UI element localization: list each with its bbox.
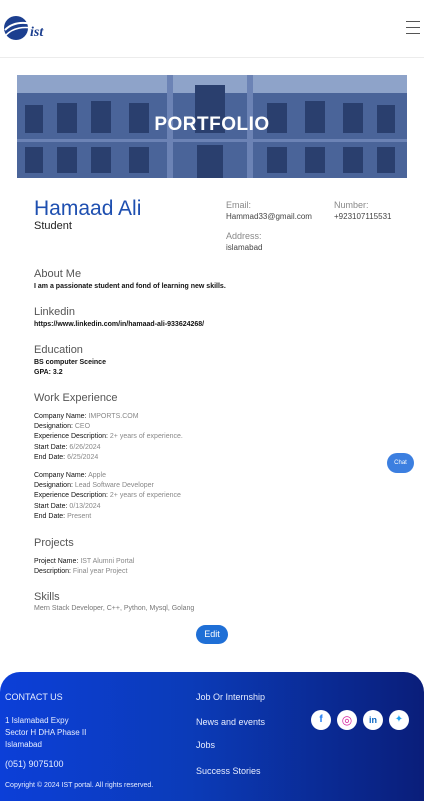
twitter-icon[interactable]: ✦ <box>389 710 409 730</box>
work-designation-line: Designation: Lead Software Developer <box>34 482 154 489</box>
about-title: About Me <box>34 268 82 280</box>
work-description: 2+ years of experience <box>109 492 181 499</box>
chat-button[interactable]: Chat <box>387 453 414 473</box>
footer-link-success-stories[interactable]: Success Stories <box>196 766 261 776</box>
work-title: Work Experience <box>34 392 118 404</box>
work-start: 6/26/2024 <box>69 444 101 451</box>
footer-link-jobs[interactable]: Jobs <box>196 740 215 750</box>
address-line: 1 Islamabad Expy <box>5 716 69 725</box>
project-desc: Final year Project <box>72 568 128 575</box>
work-description-line: Experience Description: 2+ years of expe… <box>34 433 183 440</box>
copyright: Copyright © 2024 IST portal. All rights … <box>5 782 154 789</box>
work-designation: Lead Software Developer <box>74 482 154 489</box>
education-degree: BS computer Sceince <box>34 359 106 366</box>
about-text: I am a passionate student and fond of le… <box>34 283 226 290</box>
contact-title: CONTACT US <box>5 692 63 702</box>
project-name: IST Alumni Portal <box>80 558 135 565</box>
work-company-line: Company Name: IMPORTS.COM <box>34 413 139 420</box>
facebook-icon[interactable]: f <box>311 710 331 730</box>
logo-swoosh-icon <box>4 16 33 40</box>
education-gpa: GPA: 3.2 <box>34 369 63 376</box>
address-value: islamabad <box>226 243 263 252</box>
profile-name: Hamaad Ali <box>34 197 142 220</box>
ist-logo[interactable]: ist <box>3 14 51 42</box>
profile-role: Student <box>34 220 72 232</box>
site-header: ist <box>0 0 424 58</box>
address-label: Address: <box>226 231 262 241</box>
hamburger-menu-icon[interactable] <box>406 21 420 35</box>
work-start-line: Start Date: 6/26/2024 <box>34 444 101 451</box>
footer-phone[interactable]: (051) 9075100 <box>5 759 64 769</box>
education-title: Education <box>34 344 83 356</box>
address-line: Islamabad <box>5 740 42 749</box>
logo-text: ist <box>30 25 44 40</box>
work-description: 2+ years of experience. <box>109 433 183 440</box>
email-value[interactable]: Hammad33@gmail.com <box>226 212 312 221</box>
footer-link-news-events[interactable]: News and events <box>196 717 265 727</box>
projects-title: Projects <box>34 537 74 549</box>
linkedin-icon[interactable]: in <box>363 710 383 730</box>
site-footer: CONTACT US 1 Islamabad Expy Sector H DHA… <box>0 672 424 801</box>
work-company: IMPORTS.COM <box>88 413 139 420</box>
number-label: Number: <box>334 200 369 210</box>
portfolio-banner: PORTFOLIO <box>17 75 407 178</box>
work-description-line: Experience Description: 2+ years of expe… <box>34 492 181 499</box>
work-designation-line: Designation: CEO <box>34 423 91 430</box>
work-end-line: End Date: Present <box>34 513 92 520</box>
work-company-line: Company Name: Apple <box>34 472 106 479</box>
project-name-line: Project Name: IST Alumni Portal <box>34 558 135 565</box>
work-end: 6/25/2024 <box>67 454 99 461</box>
skills-title: Skills <box>34 591 60 603</box>
project-desc-line: Description: Final year Project <box>34 568 128 575</box>
work-start-line: Start Date: 0/13/2024 <box>34 503 101 510</box>
work-end-line: End Date: 6/25/2024 <box>34 454 99 461</box>
email-label: Email: <box>226 200 252 210</box>
skills-text: Mern Stack Developer, C++, Python, Mysql… <box>34 605 195 612</box>
linkedin-url[interactable]: https://www.linkedin.com/in/hamaad-ali-9… <box>34 321 204 328</box>
work-company: Apple <box>88 472 106 479</box>
linkedin-title: Linkedin <box>34 306 75 318</box>
edit-button[interactable]: Edit <box>196 625 228 644</box>
work-start: 0/13/2024 <box>69 503 101 510</box>
instagram-icon[interactable]: ◎ <box>337 710 357 730</box>
footer-link-job-internship[interactable]: Job Or Internship <box>196 692 265 702</box>
banner-title: PORTFOLIO <box>154 114 270 135</box>
work-designation: CEO <box>74 423 91 430</box>
work-end: Present <box>67 513 92 520</box>
number-value: +923107115531 <box>334 212 392 221</box>
address-line: Sector H DHA Phase II <box>5 728 87 737</box>
